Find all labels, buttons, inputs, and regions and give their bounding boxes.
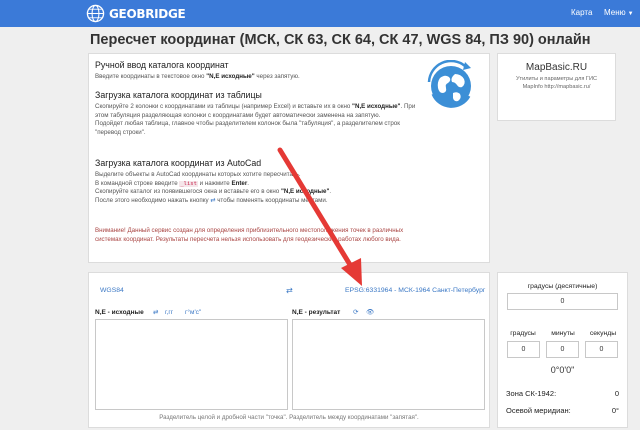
minutes-label: минуты: [551, 330, 575, 337]
angle-converter-panel: градусы (десятичные) 0 градусы минуты се…: [497, 272, 628, 428]
ad-title: MapBasic.RU: [525, 62, 588, 73]
zone-label: Зона СК-1942:: [506, 389, 557, 398]
swap-systems-icon[interactable]: ⇄: [286, 286, 293, 295]
instructions-panel: Ручной ввод каталога координат Введите к…: [88, 53, 490, 263]
result-coords-textarea[interactable]: [292, 319, 485, 410]
dms-result: 0°0'0": [550, 365, 575, 375]
decimal-format-link[interactable]: г,гг: [165, 309, 173, 316]
warning-text: Внимание! Данный сервис создан для опред…: [95, 227, 404, 243]
geobridge-globe-logo: [427, 60, 471, 108]
converter-panel: WGS84 ⇄ EPSG:6331964 - МСК-1964 Санкт-Пе…: [88, 272, 490, 428]
degrees-label: градусы: [510, 330, 536, 337]
autocad-import-title: Загрузка каталога координат из AutoCad: [95, 158, 262, 168]
brand-link[interactable]: GEOBRIDGE: [86, 4, 186, 23]
page-title: Пересчет координат (МСК, СК 63, СК 64, С…: [90, 32, 591, 48]
nav-menu-dropdown[interactable]: Меню ▼: [604, 8, 634, 17]
result-coords-label: N,E - результат: [292, 309, 341, 316]
table-import-text: Скопируйте 2 колонки с координатами из т…: [95, 103, 416, 136]
decimal-degrees-label: градусы (десятичные): [527, 283, 598, 290]
ad-subtitle: Утилиты и параметры для ГИС MapInfo http:…: [515, 76, 598, 90]
meridian-value: 0°: [611, 406, 619, 415]
top-navbar: GEOBRIDGE Карта Меню ▼: [0, 0, 640, 27]
refresh-icon[interactable]: ⟳: [353, 308, 358, 316]
seconds-label: секунды: [589, 330, 617, 337]
zone-value: 0: [614, 389, 619, 398]
source-system-link[interactable]: WGS84: [100, 287, 124, 294]
separator-hint: Разделитель целой и дробной части "точка…: [159, 414, 419, 421]
list-command-code: _list: [179, 180, 198, 187]
manual-input-text: Введите координаты в текстовое окно "N,E…: [95, 73, 300, 80]
decimal-degrees-input[interactable]: 0: [507, 293, 618, 310]
degrees-input[interactable]: 0: [507, 341, 540, 358]
brand-name: GEOBRIDGE: [109, 6, 186, 21]
source-coords-textarea[interactable]: [95, 319, 288, 410]
nav-menu-label: Меню: [604, 8, 626, 17]
manual-input-title: Ручной ввод каталога координат: [95, 60, 229, 70]
source-coords-label: N,E - исходные: [95, 309, 144, 316]
target-system-link[interactable]: EPSG:6331964 - МСК-1964 Санкт-Петербург: [345, 287, 485, 294]
globe-icon: [86, 4, 105, 23]
mapbasic-ad-panel[interactable]: MapBasic.RU Утилиты и параметры для ГИС M…: [497, 53, 616, 121]
seconds-input[interactable]: 0: [585, 341, 618, 358]
dms-format-link[interactable]: г°м'с": [185, 309, 201, 316]
meridian-label: Осевой меридиан:: [506, 406, 571, 415]
swap-coords-icon[interactable]: ⇄: [153, 308, 158, 316]
nav-map-link[interactable]: Карта: [571, 8, 592, 17]
autocad-import-text: Выделите объекты в AutoCad координаты ко…: [95, 171, 332, 204]
caret-down-icon: ▼: [627, 11, 634, 17]
minutes-input[interactable]: 0: [546, 341, 579, 358]
table-import-title: Загрузка каталога координат из таблицы: [95, 90, 262, 100]
eye-icon[interactable]: 👁: [366, 308, 374, 316]
